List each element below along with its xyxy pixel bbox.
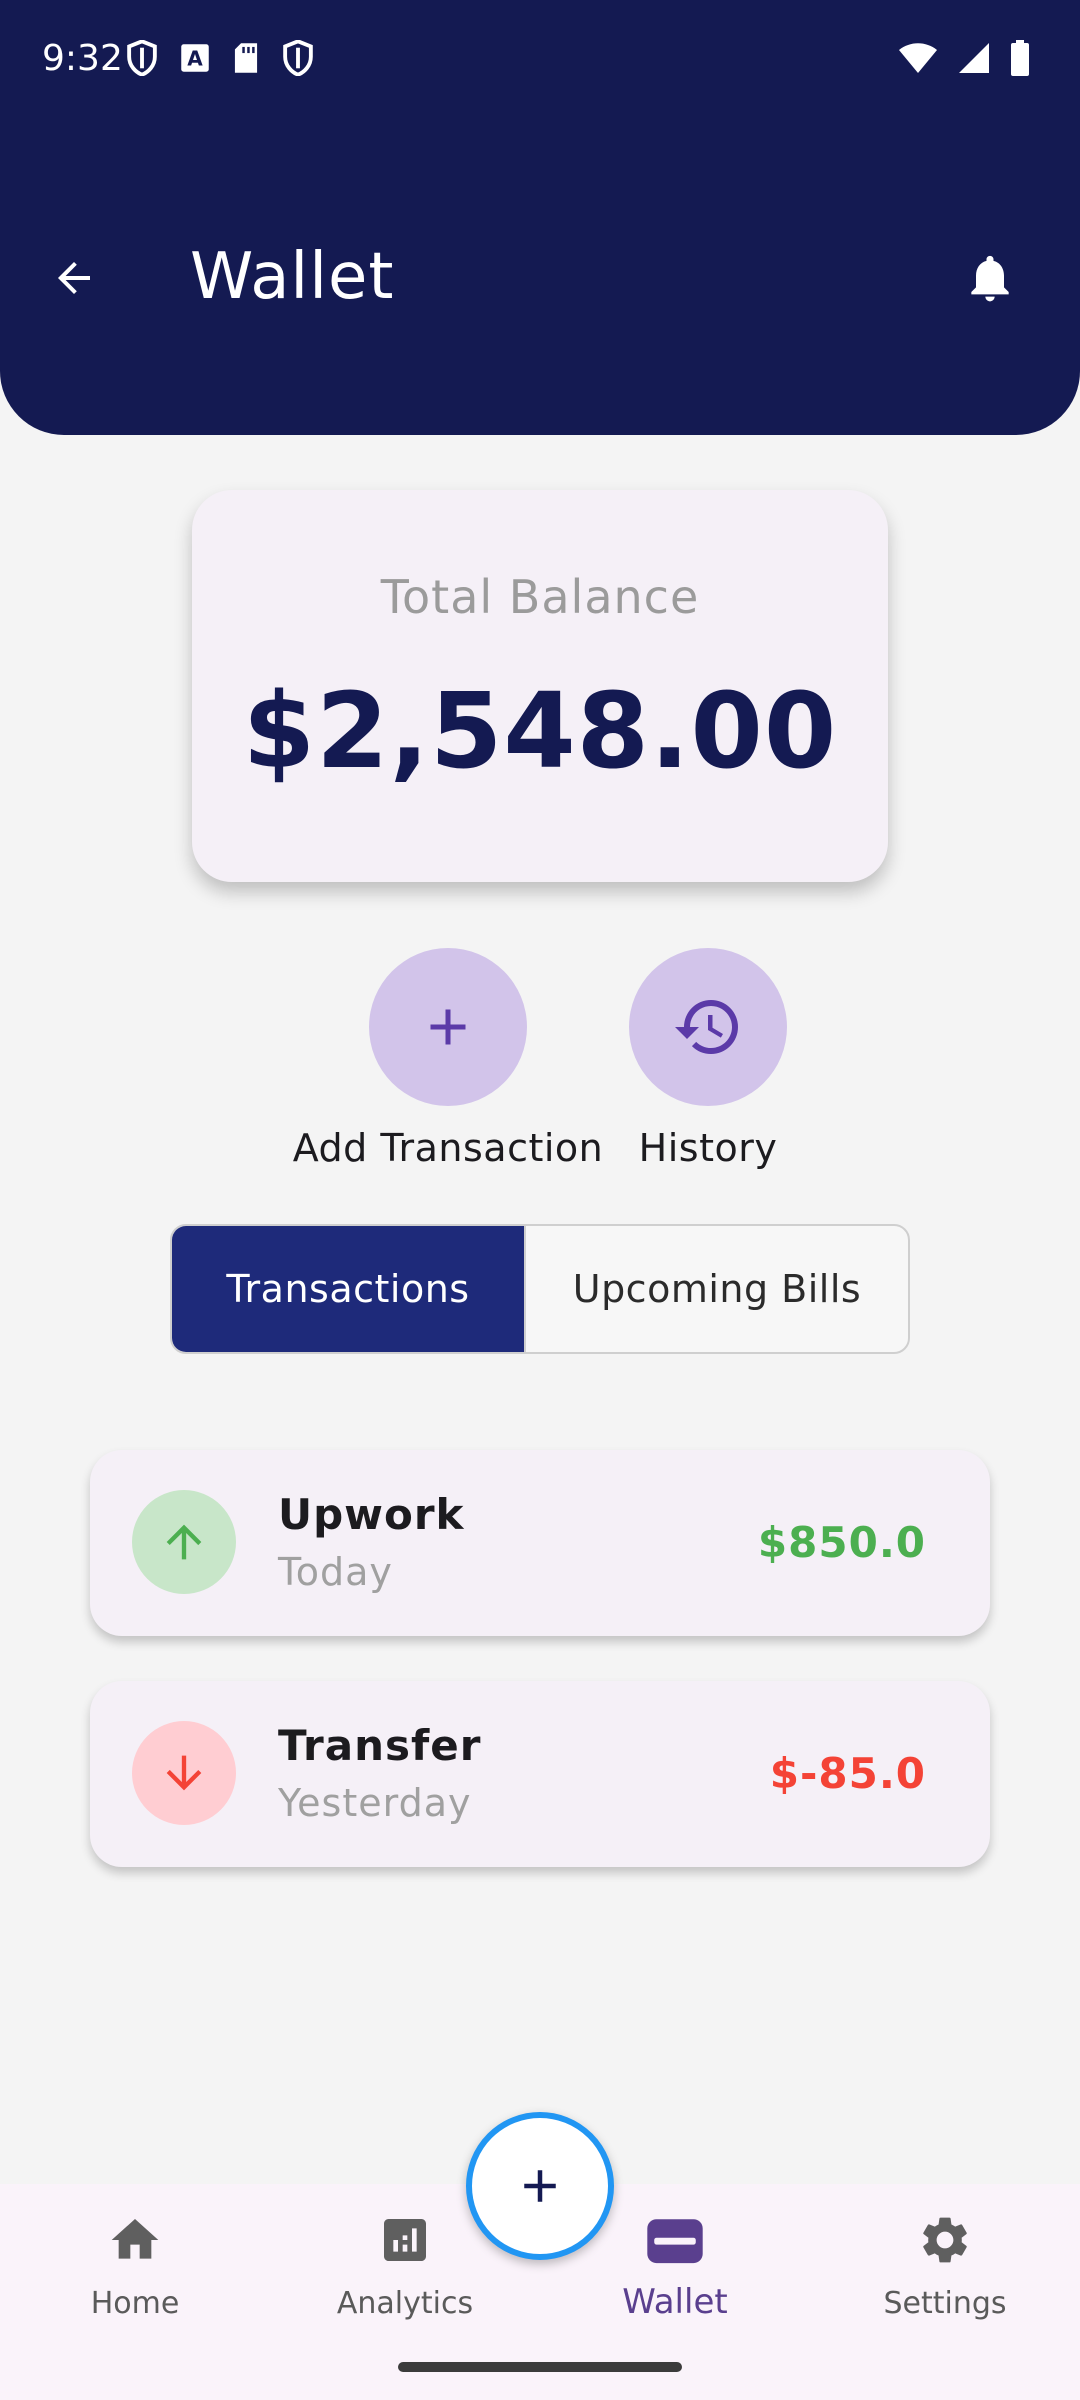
nav-item-wallet[interactable]: Wallet [575,2208,775,2322]
history-label: History [638,1126,778,1170]
nav-label-analytics: Analytics [336,2286,474,2321]
transaction-amount: $-85.0 [769,1749,926,1798]
cell-signal-icon [959,43,989,73]
income-badge [132,1490,236,1594]
transaction-item[interactable]: Transfer Yesterday $-85.0 [90,1681,990,1867]
status-notification-icons: A [126,40,314,76]
battery-icon [1011,40,1029,76]
shield-icon [283,40,313,76]
balance-label: Total Balance [380,570,700,624]
svg-text:A: A [187,47,203,71]
history-button[interactable] [629,948,787,1106]
plus-icon [430,1009,466,1045]
transaction-amount: $850.0 [757,1518,926,1567]
expense-badge [132,1721,236,1825]
transaction-date: Today [278,1550,393,1594]
transaction-item[interactable]: Upwork Today $850.0 [90,1450,990,1636]
add-transaction-button[interactable] [369,948,527,1106]
wifi-icon [899,43,937,73]
status-bar: 9:32 A [0,0,1080,120]
add-transaction-label: Add Transaction [292,1126,604,1170]
history-icon [675,1000,738,1054]
gear-icon [923,2217,967,2263]
nav-label-settings: Settings [883,2286,1007,2321]
plus-icon [524,2170,556,2202]
arrow-back-icon [58,262,90,294]
nav-label-home: Home [90,2286,180,2321]
transaction-name: Upwork [278,1490,465,1539]
back-button[interactable] [44,248,104,308]
sd-card-icon [234,43,258,73]
home-icon [111,2219,159,2259]
notifications-button[interactable] [958,246,1022,310]
transaction-name: Transfer [278,1721,482,1770]
history-action[interactable]: History [608,948,808,1170]
wallet-icon [647,2219,703,2264]
arrow-up-icon [166,1524,202,1560]
text-a-icon: A [181,44,209,72]
status-time: 9:32 [42,38,123,79]
shield-icon [127,40,157,76]
bell-icon [971,255,1009,302]
analytics-icon [384,2219,426,2261]
add-fab-button[interactable] [466,2112,614,2260]
balance-amount: $2,548.00 [242,670,838,792]
nav-item-settings[interactable]: Settings [845,2208,1045,2321]
transaction-date: Yesterday [278,1781,472,1825]
home-indicator[interactable] [398,2362,682,2372]
transaction-tabs: Transactions Upcoming Bills [170,1224,910,1354]
page-title: Wallet [190,240,395,314]
status-system-icons [898,40,1030,76]
tab-transactions[interactable]: Transactions [172,1226,524,1352]
add-transaction-action[interactable]: Add Transaction [290,948,606,1170]
nav-item-analytics[interactable]: Analytics [305,2208,505,2321]
arrow-down-icon [166,1755,202,1791]
tab-upcoming-bills[interactable]: Upcoming Bills [524,1226,908,1352]
nav-label-wallet: Wallet [622,2282,728,2322]
nav-item-home[interactable]: Home [35,2208,235,2321]
